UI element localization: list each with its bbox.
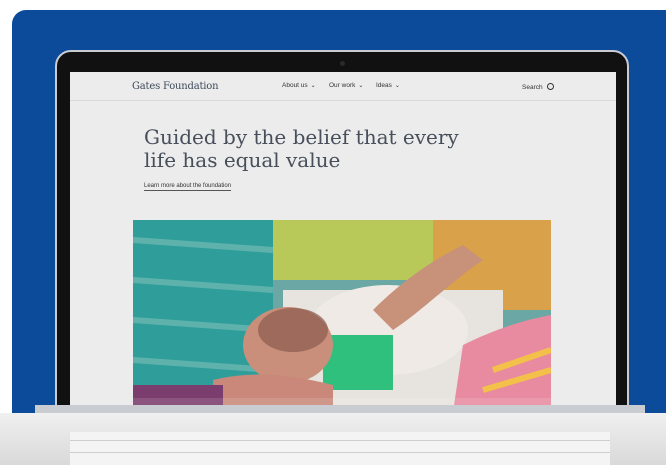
hero-photo bbox=[133, 220, 551, 412]
nav-ideas-label: Ideas bbox=[376, 82, 392, 89]
search-label: Search bbox=[522, 84, 543, 91]
key-row-divider bbox=[70, 440, 610, 441]
headline-line-1: Guided by the belief that every bbox=[144, 125, 459, 149]
chevron-down-icon: ⌄ bbox=[394, 83, 400, 89]
hero-image bbox=[133, 220, 551, 412]
learn-more-link[interactable]: Learn more about the foundation bbox=[144, 183, 232, 191]
webcam-icon bbox=[340, 61, 345, 66]
nav-ideas[interactable]: Ideas ⌄ bbox=[376, 82, 400, 89]
nav-our-work-label: Our work bbox=[329, 82, 356, 89]
site-logo[interactable]: Gates Foundation bbox=[132, 81, 219, 92]
search-icon bbox=[546, 83, 554, 90]
keyboard-keys bbox=[70, 432, 610, 465]
chevron-down-icon: ⌄ bbox=[310, 83, 316, 89]
chevron-down-icon: ⌄ bbox=[358, 83, 364, 89]
nav-about-us[interactable]: About us ⌄ bbox=[282, 82, 316, 89]
nav-our-work[interactable]: Our work ⌄ bbox=[329, 82, 363, 89]
key-row-divider bbox=[70, 452, 610, 453]
nav-about-us-label: About us bbox=[282, 82, 308, 89]
page-headline: Guided by the belief that every life has… bbox=[144, 126, 484, 172]
headline-line-2: life has equal value bbox=[144, 148, 341, 172]
laptop-screen: Gates Foundation About us ⌄ Our work ⌄ Ide… bbox=[70, 72, 616, 412]
site-header: Gates Foundation About us ⌄ Our work ⌄ Ide… bbox=[70, 72, 616, 101]
search-button[interactable]: Search bbox=[522, 82, 554, 91]
